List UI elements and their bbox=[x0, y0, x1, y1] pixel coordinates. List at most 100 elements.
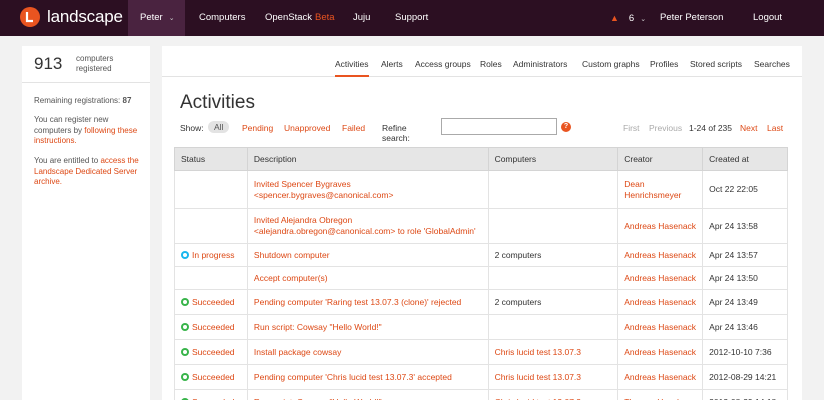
filter-all[interactable]: All bbox=[208, 121, 230, 133]
creator-link[interactable]: Dean Henrichsmeyer bbox=[617, 170, 704, 209]
description-link[interactable]: Accept computer(s) bbox=[246, 266, 489, 290]
table-row: Invited Spencer Bygraves <spencer.bygrav… bbox=[174, 170, 788, 209]
description-link[interactable]: Run script: Cowsay "Hello World!" bbox=[246, 389, 489, 400]
column-header-computers[interactable]: Computers bbox=[487, 147, 619, 171]
status-cell: Succeeded bbox=[174, 289, 248, 315]
column-header-created-at[interactable]: Created at bbox=[702, 147, 788, 171]
account-switcher[interactable]: Peter ⌄ bbox=[128, 0, 185, 36]
creator-link[interactable]: Andreas Hasenack bbox=[617, 364, 704, 390]
description-link[interactable]: Invited Spencer Bygraves <spencer.bygrav… bbox=[246, 170, 489, 209]
status-cell: Succeeded bbox=[174, 364, 248, 390]
table-row: Succeeded Install package cowsay Chris luc… bbox=[174, 339, 788, 365]
computers-cell: 2 computers bbox=[487, 289, 619, 315]
table-row: Succeeded Pending computer 'Chris lucid t… bbox=[174, 364, 788, 390]
created-at-cell: 2012-08-29 14:21 bbox=[702, 364, 788, 390]
pager-next[interactable]: Next bbox=[740, 123, 757, 133]
landscape-logo-icon bbox=[20, 7, 40, 27]
computers-cell bbox=[487, 314, 619, 340]
logout-link[interactable]: Logout bbox=[753, 0, 782, 36]
status-link[interactable]: Succeeded bbox=[192, 322, 235, 332]
created-at-cell: Apr 24 13:58 bbox=[702, 208, 788, 244]
top-navigation-bar: landscape Peter ⌄ Computers OpenStack Beta… bbox=[0, 0, 824, 36]
nav-juju[interactable]: Juju bbox=[353, 0, 370, 36]
column-header-creator[interactable]: Creator bbox=[617, 147, 704, 171]
logo[interactable]: landscape bbox=[20, 7, 123, 27]
alerts-count: 6 bbox=[628, 13, 635, 24]
entitlement-info: You are entitled to access the Landscape… bbox=[34, 156, 146, 188]
success-icon bbox=[181, 372, 189, 381]
pager-last[interactable]: Last bbox=[767, 123, 783, 133]
tab-searches[interactable]: Searches bbox=[754, 59, 790, 69]
table-header-row: Status Description Computers Creator Cre… bbox=[174, 147, 788, 171]
remaining-registrations: Remaining registrations: 87 bbox=[34, 96, 146, 107]
main-panel: Activities Alerts Access groups Roles Ad… bbox=[162, 46, 802, 400]
column-header-status[interactable]: Status bbox=[174, 147, 248, 171]
creator-link[interactable]: Andreas Hasenack bbox=[617, 243, 704, 267]
creator-link[interactable]: Andreas Hasenack bbox=[617, 289, 704, 315]
computers-cell bbox=[487, 266, 619, 290]
status-cell: Succeeded bbox=[174, 339, 248, 365]
tab-administrators[interactable]: Administrators bbox=[513, 59, 567, 69]
computers-cell[interactable]: Chris lucid test 13.07.3 bbox=[487, 339, 619, 365]
remaining-label: Remaining registrations: bbox=[34, 96, 121, 105]
tab-alerts[interactable]: Alerts bbox=[381, 59, 403, 69]
tab-stored-scripts[interactable]: Stored scripts bbox=[690, 59, 742, 69]
alerts-indicator[interactable]: ▲ 6 ⌄ bbox=[610, 0, 646, 36]
table-row: Succeeded Run script: Cowsay "Hello World… bbox=[174, 389, 788, 400]
created-at-cell: Apr 24 13:49 bbox=[702, 289, 788, 315]
status-link[interactable]: Succeeded bbox=[192, 372, 235, 382]
refine-search-input[interactable] bbox=[441, 118, 557, 135]
show-label: Show: bbox=[180, 123, 204, 133]
user-name[interactable]: Peter Peterson bbox=[660, 0, 723, 36]
brand-name: landscape bbox=[47, 7, 123, 26]
creator-link[interactable]: Andreas Hasenack bbox=[617, 208, 704, 244]
status-cell bbox=[174, 266, 248, 290]
computers-cell[interactable]: Chris lucid test 13.07.3 bbox=[487, 364, 619, 390]
tab-roles[interactable]: Roles bbox=[480, 59, 502, 69]
filter-unapproved[interactable]: Unapproved bbox=[284, 123, 330, 133]
tab-custom-graphs[interactable]: Custom graphs bbox=[582, 59, 640, 69]
computer-count-label: computers registered bbox=[76, 54, 114, 73]
status-link[interactable]: Succeeded bbox=[192, 347, 235, 357]
success-icon bbox=[181, 347, 189, 356]
help-icon[interactable]: ? bbox=[561, 122, 571, 132]
creator-link[interactable]: Andreas Hasenack bbox=[617, 339, 704, 365]
description-link[interactable]: Pending computer 'Raring test 13.07.3 (c… bbox=[246, 289, 489, 315]
nav-support[interactable]: Support bbox=[395, 0, 428, 36]
column-header-description[interactable]: Description bbox=[246, 147, 489, 171]
status-link[interactable]: Succeeded bbox=[192, 397, 235, 400]
tab-profiles[interactable]: Profiles bbox=[650, 59, 678, 69]
register-info: You can register new computers by follow… bbox=[34, 115, 146, 147]
table-row: Accept computer(s) Andreas Hasenack Apr 24… bbox=[174, 266, 788, 290]
created-at-cell: Apr 24 13:57 bbox=[702, 243, 788, 267]
tab-access-groups[interactable]: Access groups bbox=[415, 59, 471, 69]
filter-failed[interactable]: Failed bbox=[342, 123, 365, 133]
chevron-down-icon: ⌄ bbox=[168, 15, 175, 22]
entitled-text: You are entitled to bbox=[34, 156, 99, 165]
status-cell bbox=[174, 170, 248, 209]
description-link[interactable]: Run script: Cowsay "Hello World!" bbox=[246, 314, 489, 340]
nav-openstack-label: OpenStack bbox=[265, 12, 312, 23]
creator-link[interactable]: Andreas Hasenack bbox=[617, 314, 704, 340]
computer-count: 913 bbox=[34, 54, 63, 73]
created-at-cell: Apr 24 13:46 bbox=[702, 314, 788, 340]
status-link[interactable]: Succeeded bbox=[192, 297, 235, 307]
nav-openstack[interactable]: OpenStack Beta bbox=[265, 0, 335, 36]
creator-link[interactable]: Andreas Hasenack bbox=[617, 266, 704, 290]
computers-cell bbox=[487, 170, 619, 209]
table-row: Invited Alejandra Obregon <alejandra.obr… bbox=[174, 208, 788, 244]
description-link[interactable]: Install package cowsay bbox=[246, 339, 489, 365]
status-link[interactable]: In progress bbox=[192, 250, 235, 260]
description-link[interactable]: Shutdown computer bbox=[246, 243, 489, 267]
account-name: Peter bbox=[140, 12, 163, 23]
table-row: Succeeded Run script: Cowsay "Hello World… bbox=[174, 314, 788, 340]
description-link[interactable]: Pending computer 'Chris lucid test 13.07… bbox=[246, 364, 489, 390]
nav-computers[interactable]: Computers bbox=[199, 0, 245, 36]
description-link[interactable]: Invited Alejandra Obregon <alejandra.obr… bbox=[246, 208, 489, 244]
filter-pending[interactable]: Pending bbox=[242, 123, 273, 133]
computers-cell[interactable]: Chris lucid test 13.07.3 bbox=[487, 389, 619, 400]
tab-activities[interactable]: Activities bbox=[335, 59, 369, 77]
creator-link[interactable]: Thomas Hervé bbox=[617, 389, 704, 400]
table-row: Succeeded Pending computer 'Raring test 1… bbox=[174, 289, 788, 315]
computers-cell bbox=[487, 208, 619, 244]
